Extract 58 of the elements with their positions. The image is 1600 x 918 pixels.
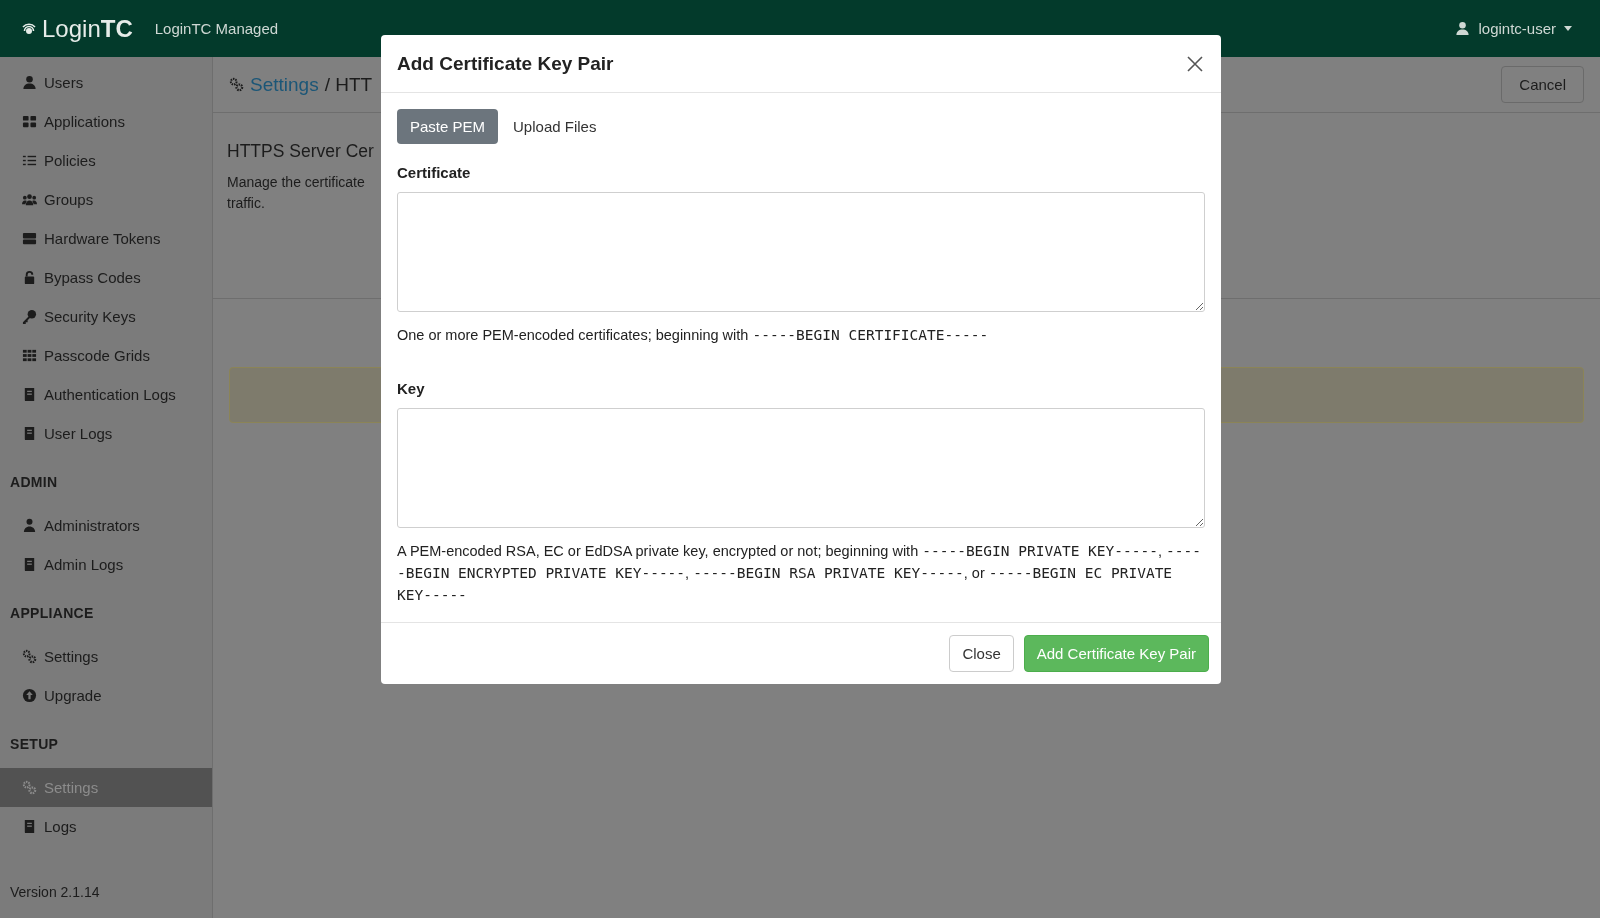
user-icon [1455,21,1471,36]
book-icon [22,387,37,402]
sidebar-item[interactable]: Users [0,63,212,102]
sidebar-item[interactable]: Admin Logs [0,545,212,584]
group-icon [22,192,37,207]
sidebar-item[interactable]: Authentication Logs [0,375,212,414]
user-menu[interactable]: logintc-user [1449,19,1578,38]
book-icon [22,426,37,441]
server-icon [22,231,37,246]
sidebar-item[interactable]: Upgrade [0,676,212,715]
sidebar-item[interactable]: Passcode Grids [0,336,212,375]
sidebar-item[interactable]: Bypass Codes [0,258,212,297]
help-text: A PEM-encoded RSA, EC or EdDSA private key, encrypted or not; beginning with -----BEGIN PRIVATE KEY-----, -----BEGIN ENCRYPTED PRIVATE KEY-----, -----BEGIN RSA PRIVATE KEY-----, or -----BEGIN EC PRIVATE KEY----- [397,542,1202,605]
sidebar-item[interactable]: Settings [0,768,212,807]
field-label: Certificate [397,164,472,181]
close-button[interactable]: Close [949,635,1014,672]
sidebar-item[interactable]: Administrators [0,506,212,545]
section-heading: APPLIANCE [9,604,95,623]
gears-icon [22,649,37,664]
sidebar-item[interactable]: Policies [0,141,212,180]
field-label: Key [397,380,426,397]
sidebar-item[interactable]: Security Keys [0,297,212,336]
upload-circle-icon [22,688,37,703]
gears-icon [229,77,244,92]
sidebar-item[interactable]: User Logs [0,414,212,453]
text-area[interactable] [397,192,1205,312]
checklist-icon [22,153,37,168]
book-icon [22,819,37,834]
grid-icon [22,348,37,363]
gears-icon [22,780,37,795]
add-button[interactable]: Add Certificate Key Pair [1023,635,1209,672]
user-icon [22,75,37,90]
caret-icon [1564,26,1572,31]
text-area[interactable] [397,408,1205,528]
book-icon [22,557,37,572]
section-description: Manage the certificate traffic. [227,173,365,213]
cancel-button[interactable]: Cancel [1501,66,1584,103]
logo: LoginTC [22,14,133,43]
tiles-icon [22,114,37,129]
sidebar-item[interactable]: Hardware Tokens [0,219,212,258]
section-title: HTTPS Server Cer [227,141,375,162]
version-label: Version 2.1.14 [9,884,101,902]
section-heading: ADMIN [9,473,59,492]
modal-title: Add Certificate Key Pair [397,52,614,75]
section-heading: SETUP [9,735,60,754]
breadcrumb-current: / HTT [324,73,373,96]
sidebar-item[interactable]: Groups [0,180,212,219]
help-text: One or more PEM-encoded certificates; beginning with -----BEGIN CERTIFICATE----- [397,326,990,345]
sidebar-item[interactable]: Logs [0,807,212,846]
tab[interactable]: Upload Files [500,109,610,144]
lock-icon [22,270,37,285]
app-name: LoginTC Managed [154,20,279,37]
tab[interactable]: Paste PEM [397,109,499,144]
sidebar-item[interactable]: Settings [0,637,212,676]
admin-icon [22,518,37,533]
sidebar-item[interactable]: Applications [0,102,212,141]
close-icon[interactable] [1185,53,1205,74]
key-icon [22,309,37,324]
